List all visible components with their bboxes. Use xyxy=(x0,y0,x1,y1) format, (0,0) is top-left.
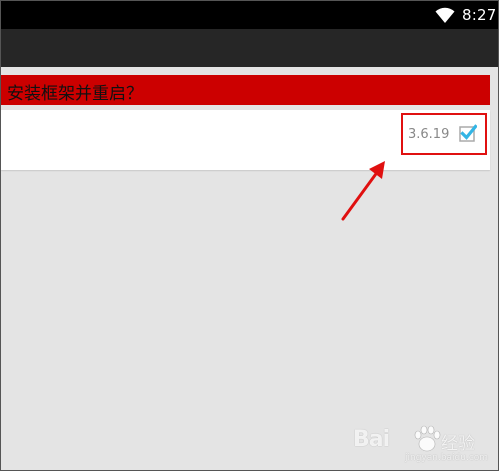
status-time: 8:27 xyxy=(462,6,497,24)
paw-icon xyxy=(414,425,441,452)
annotation-highlight-box xyxy=(401,113,487,155)
arrow-icon xyxy=(341,161,385,221)
install-framework-banner[interactable]: 安装框架并重启？ xyxy=(1,75,490,105)
android-screen: 8:27 安装框架并重启？ 3.6.19 Bai 经验 jingyan.baid… xyxy=(0,0,499,471)
watermark-url: jingyan.baidu.com xyxy=(405,453,489,463)
wifi-icon xyxy=(435,7,455,23)
action-bar xyxy=(1,29,498,67)
watermark-brand: Bai xyxy=(353,427,390,452)
banner-text: 安装框架并重启？ xyxy=(7,84,143,104)
status-bar: 8:27 xyxy=(1,1,498,29)
watermark-brand-suffix: 经验 xyxy=(441,434,475,454)
baidu-jingyan-watermark: Bai 经验 jingyan.baidu.com xyxy=(353,421,493,465)
